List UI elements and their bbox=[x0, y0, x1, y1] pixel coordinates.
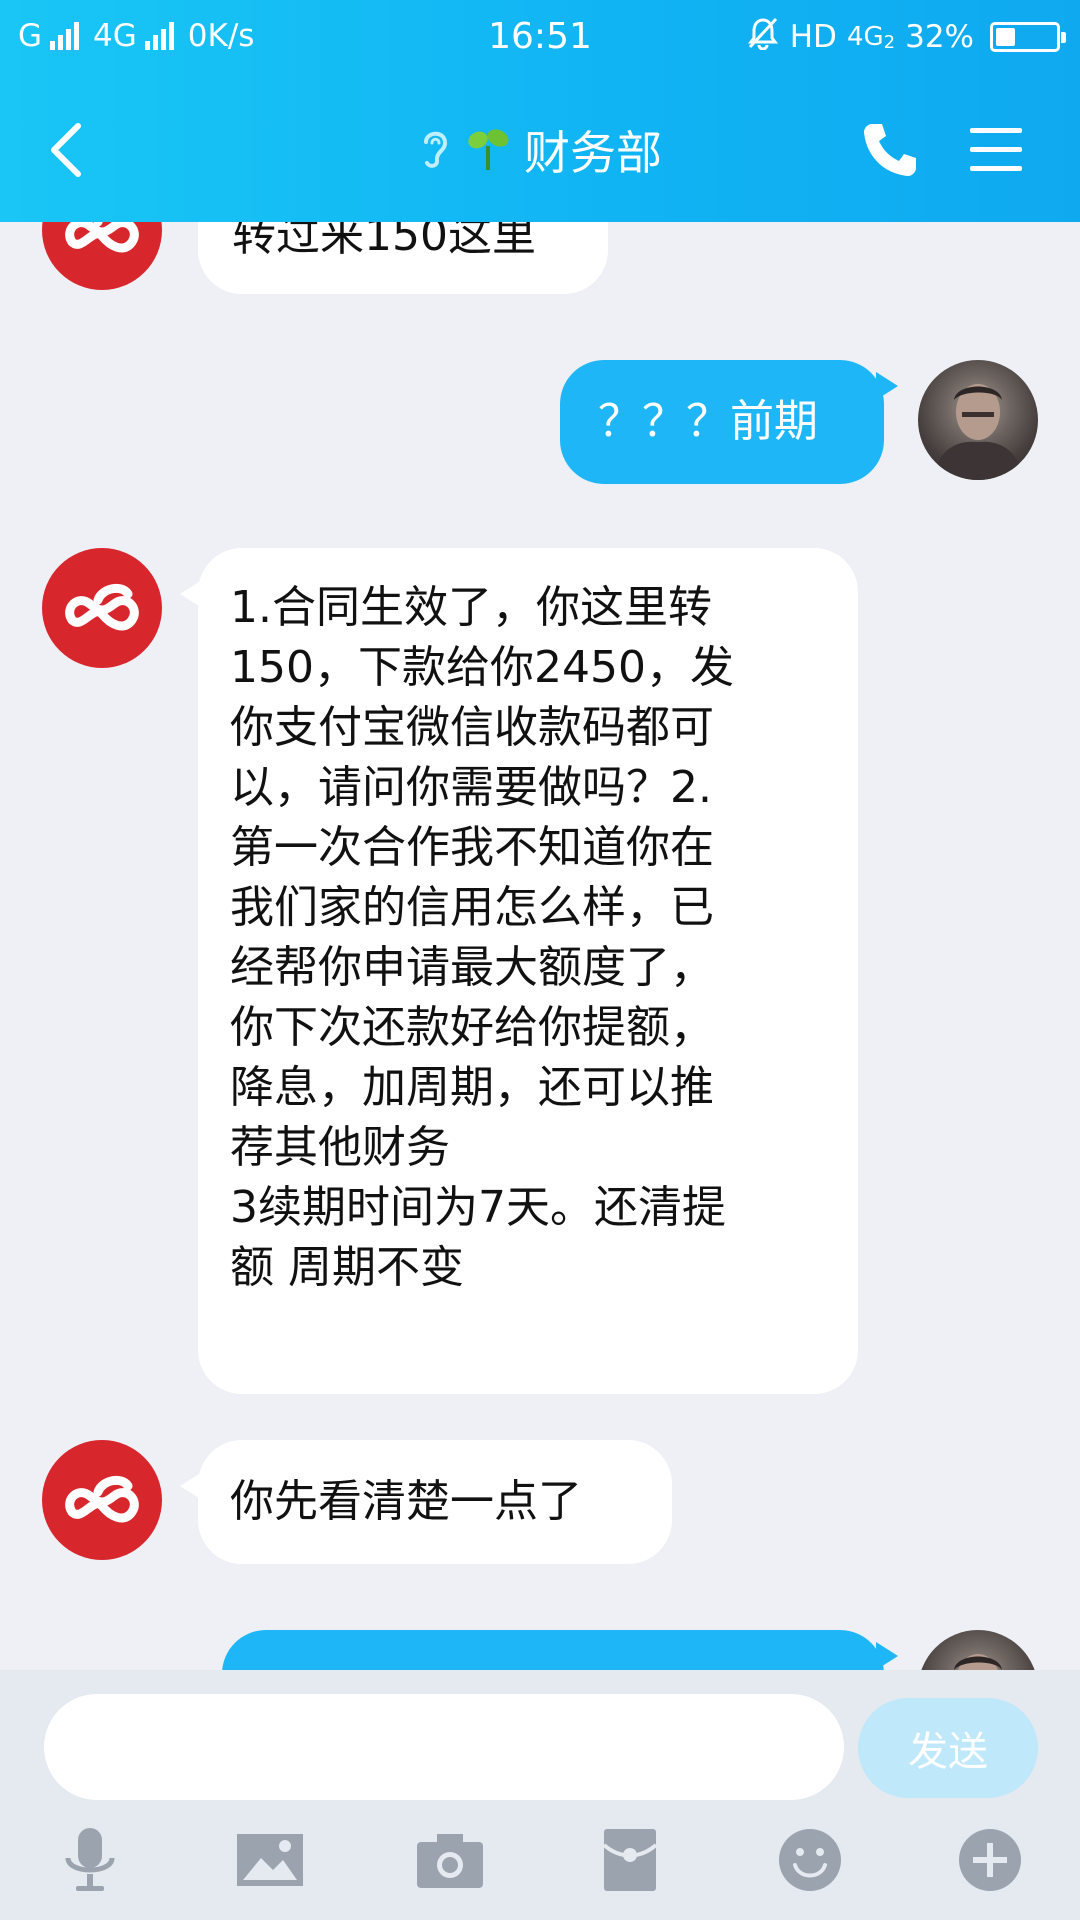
emoji-icon[interactable] bbox=[770, 1820, 850, 1900]
message-bubble-incoming: 1.合同生效了，你这里转 150，下款给你2450，发 你支付宝微信收款码都可 … bbox=[198, 548, 858, 1394]
ear-icon bbox=[418, 124, 452, 176]
sprout-icon bbox=[466, 124, 510, 176]
chat-header: G 4G 0K/s 16:51 HD 4G 2 32% 财务部 bbox=[0, 0, 1080, 222]
contact-avatar[interactable] bbox=[42, 222, 162, 290]
status-right: HD 4G 2 32% bbox=[746, 16, 1066, 58]
user-avatar[interactable] bbox=[918, 360, 1038, 480]
message-bubble-incoming: 你先看清楚一点了 bbox=[198, 1440, 672, 1564]
message-text: 你先看清楚一点了 bbox=[230, 1476, 582, 1527]
status-bar: G 4G 0K/s 16:51 HD 4G 2 32% bbox=[0, 0, 1080, 78]
network-label-right: 4G 2 bbox=[847, 22, 895, 53]
send-button[interactable]: 发送 bbox=[858, 1698, 1038, 1798]
image-icon[interactable] bbox=[230, 1820, 310, 1900]
message-bubble-outgoing: ？？？前期 bbox=[560, 360, 884, 484]
nav-bar: 财务部 bbox=[0, 100, 1080, 200]
battery-level bbox=[996, 28, 1015, 46]
user-photo-icon bbox=[954, 1654, 1002, 1670]
battery-percent: 32% bbox=[905, 19, 974, 55]
sim-slot: 2 bbox=[883, 31, 896, 53]
brand-logo-icon bbox=[65, 583, 139, 631]
message-bubble-incoming: 转过来150这里 bbox=[198, 222, 608, 294]
user-avatar[interactable] bbox=[918, 1630, 1038, 1670]
brand-logo-icon bbox=[65, 222, 139, 253]
contact-avatar[interactable] bbox=[42, 1440, 162, 1560]
message-input[interactable] bbox=[44, 1694, 844, 1800]
message-bubble-outgoing-partial bbox=[222, 1630, 884, 1670]
network-type: 4G bbox=[846, 21, 884, 52]
chat-title: 财务部 bbox=[524, 126, 662, 180]
message-text: ？？？前期 bbox=[598, 396, 818, 447]
camera-icon[interactable] bbox=[410, 1820, 490, 1900]
menu-icon[interactable] bbox=[968, 120, 1024, 180]
message-text: 转过来150这里 bbox=[232, 222, 536, 261]
input-bar: 发送 bbox=[0, 1670, 1080, 1920]
battery-icon bbox=[990, 22, 1066, 52]
mute-icon bbox=[746, 16, 780, 58]
red-packet-icon[interactable] bbox=[590, 1820, 670, 1900]
contact-avatar[interactable] bbox=[42, 548, 162, 668]
brand-logo-icon bbox=[65, 1475, 139, 1523]
hd-label: HD bbox=[789, 19, 837, 55]
chat-area[interactable]: 转过来150这里 ？？？前期 1.合同生效了，你这里转 150，下款给你2450… bbox=[0, 222, 1080, 1670]
phone-icon[interactable] bbox=[858, 118, 922, 182]
plus-icon[interactable] bbox=[950, 1820, 1030, 1900]
message-text: 1.合同生效了，你这里转 150，下款给你2450，发 你支付宝微信收款码都可 … bbox=[230, 582, 734, 1293]
mic-icon[interactable] bbox=[50, 1820, 130, 1900]
user-photo-icon bbox=[932, 384, 1024, 480]
